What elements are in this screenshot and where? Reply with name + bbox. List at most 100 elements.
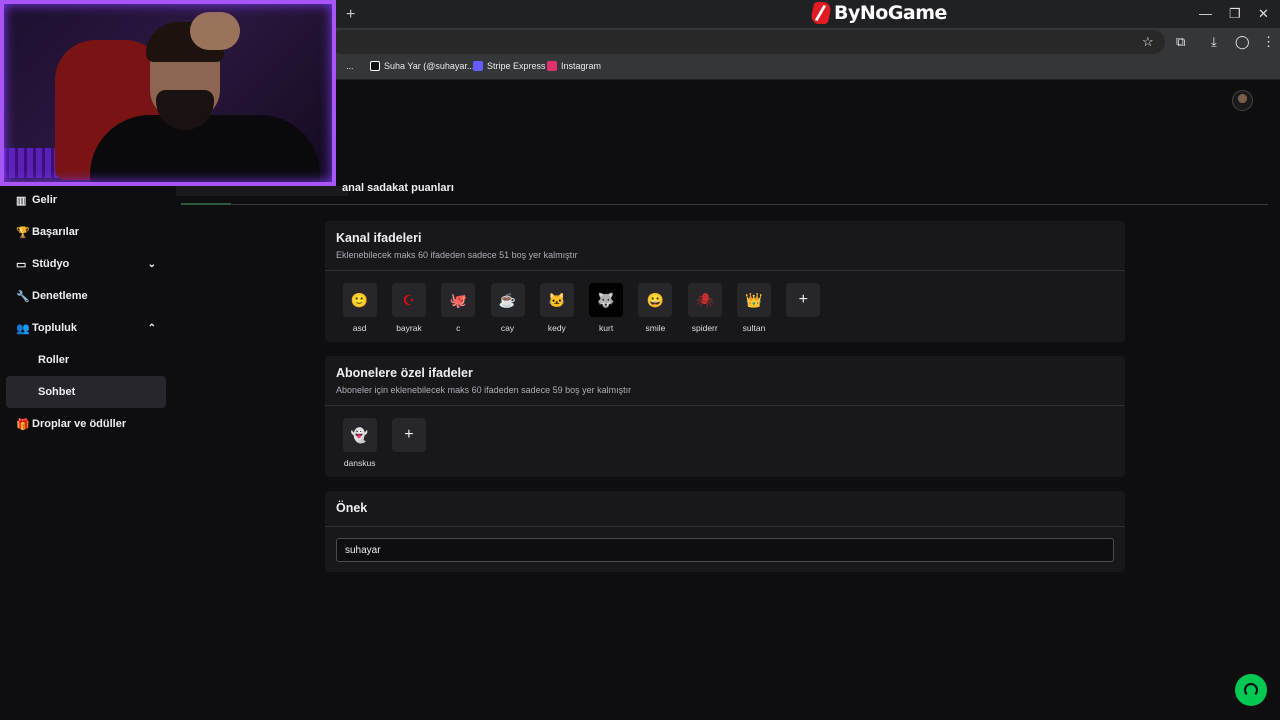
emote-label: smile [645, 323, 666, 333]
emote-label: bayrak [396, 323, 422, 333]
sidebar-item-label: Stüdyo [32, 258, 70, 270]
brand-name: ByNoGame [834, 2, 947, 24]
emote-label: asd [352, 323, 367, 333]
stripe-icon [473, 61, 483, 71]
add-emote-button[interactable]: + [786, 283, 821, 317]
section-divider [181, 204, 1268, 205]
webcam-frame [0, 0, 336, 186]
wrench-icon: 🔧 [16, 290, 30, 303]
sidebar-item-droplar[interactable]: 🎁 Droplar ve ödüller [6, 408, 166, 440]
emote-cay-icon: ☕ [490, 283, 525, 317]
emote-c-icon: 🐙 [441, 283, 476, 317]
bookmark-instagram[interactable]: Instagram [547, 61, 601, 71]
emote-label: sultan [742, 323, 766, 333]
brand-logo[interactable]: ByNoGame [809, 2, 947, 24]
card-header: Önek [325, 491, 1125, 527]
prefix-card: Önek [325, 491, 1125, 572]
emote-sultan-icon: 👑 [737, 283, 772, 317]
support-chat-button[interactable] [1235, 674, 1267, 706]
bookmark-label: Suha Yar (@suhayar.... [384, 61, 477, 71]
channel-emotes-card: Kanal ifadeleri Eklenebilecek maks 60 if… [325, 221, 1125, 342]
emote-danskus-icon: 👻 [342, 418, 377, 452]
emote-bayrak-icon: ☪ [391, 283, 426, 317]
instagram-icon [547, 61, 557, 71]
trophy-icon: 🏆 [16, 226, 30, 239]
emote-item[interactable]: 🐙 c [434, 283, 483, 333]
emote-label: cay [500, 323, 515, 333]
emote-item[interactable]: 👑 sultan [729, 283, 778, 333]
bookmark-item[interactable]: ... [346, 61, 354, 71]
user-avatar[interactable] [1232, 90, 1253, 111]
sidebar-item-denetleme[interactable]: 🔧 Denetleme [6, 280, 166, 312]
chevron-down-icon: ⌄ [147, 258, 156, 270]
chart-icon: ▥ [16, 194, 27, 207]
sidebar-item-studyo[interactable]: ▭ Stüdyo ⌄ [6, 248, 166, 280]
sidebar-item-label: Roller [38, 354, 70, 366]
card-subtitle: Eklenebilecek maks 60 ifadeden sadece 51… [336, 250, 578, 260]
tiktok-icon [370, 61, 380, 71]
bookmark-label: ... [346, 61, 354, 71]
emote-spiderr-icon: 🕷 [687, 283, 722, 317]
emote-list: 🙂 asd ☪ bayrak 🐙 c ☕ cay 🐱 kedy 🐺 kurt 😀 smile … [325, 271, 1125, 343]
card-header: Kanal ifadeleri Eklenebilecek maks 60 if… [325, 221, 1125, 271]
chevron-up-icon: ⌃ [147, 322, 156, 334]
emote-item[interactable]: ☕ cay [483, 283, 532, 333]
bynogame-logo-icon [809, 2, 833, 24]
sidebar-item-label: Droplar ve ödüller [32, 418, 127, 430]
restore-button[interactable]: ❐ [1229, 6, 1241, 22]
emote-label: kurt [599, 323, 614, 333]
card-title: Abonelere özel ifadeler [336, 366, 473, 380]
emote-label: c [456, 323, 461, 333]
address-bar[interactable] [330, 30, 1165, 54]
emote-kedy-icon: 🐱 [539, 283, 574, 317]
emote-item[interactable]: 🙂 asd [335, 283, 384, 333]
card-subtitle: Aboneler için eklenebilecek maks 60 ifad… [336, 385, 632, 395]
extensions-icon[interactable]: ⧉ [1176, 34, 1185, 50]
bookmark-label: Stripe Express [487, 61, 546, 71]
bookmark-stripe-express[interactable]: Stripe Express [473, 61, 546, 71]
card-header: Abonelere özel ifadeler Aboneler için ek… [325, 356, 1125, 406]
sidebar-item-label: Sohbet [38, 386, 76, 398]
close-window-button[interactable]: ✕ [1258, 6, 1269, 22]
emote-item[interactable]: 🐱 kedy [532, 283, 581, 333]
add-emote[interactable]: + [384, 418, 433, 468]
prefix-input[interactable] [336, 538, 1114, 562]
emote-label: danskus [343, 458, 376, 468]
subscriber-emotes-card: Abonelere özel ifadeler Aboneler için ek… [325, 356, 1125, 477]
sidebar-item-sohbet[interactable]: Sohbet [6, 376, 166, 408]
sidebar-item-roller[interactable]: Roller [6, 344, 166, 376]
emote-list: 👻 danskus + [325, 406, 1125, 478]
downloads-icon[interactable]: ⤓ [1211, 34, 1217, 50]
card-title: Önek [336, 501, 368, 515]
webcam-shadow [176, 186, 348, 196]
studio-icon: ▭ [16, 258, 27, 271]
emote-item[interactable]: 😀 smile [631, 283, 680, 333]
emote-item[interactable]: 🕷 spiderr [680, 283, 729, 333]
menu-kebab-icon[interactable]: ⋮ [1262, 34, 1275, 50]
emote-label: kedy [547, 323, 566, 333]
emote-item[interactable]: 👻 danskus [335, 418, 384, 468]
new-tab-button[interactable]: + [346, 6, 355, 24]
emote-smile-icon: 😀 [638, 283, 673, 317]
sidebar-item-label: Topluluk [32, 322, 78, 334]
bookmark-tiktok[interactable]: Suha Yar (@suhayar.... [370, 61, 477, 71]
sidebar-item-topluluk[interactable]: 👥 Topluluk ⌃ [6, 312, 166, 344]
bookmark-star-icon[interactable]: ☆ [1142, 34, 1154, 50]
gift-icon: 🎁 [16, 418, 30, 431]
add-emote[interactable]: + [779, 283, 828, 333]
emote-label: spiderr [691, 323, 718, 333]
sidebar-item-label: Gelir [32, 194, 58, 206]
tab-channel-points[interactable]: anal sadakat puanları [342, 182, 454, 194]
card-title: Kanal ifadeleri [336, 231, 422, 245]
add-emote-button[interactable]: + [391, 418, 426, 452]
community-icon: 👥 [16, 322, 30, 335]
minimize-button[interactable]: — [1199, 6, 1212, 21]
sidebar-item-gelir[interactable]: ▥ Gelir [6, 184, 166, 216]
sidebar-item-label: Denetleme [32, 290, 88, 302]
emote-item[interactable]: ☪ bayrak [384, 283, 433, 333]
sidebar-item-basarilar[interactable]: 🏆 Başarılar [6, 216, 166, 248]
sidebar-item-label: Başarılar [32, 226, 80, 238]
emote-item[interactable]: 🐺 kurt [581, 283, 630, 333]
headset-icon [1244, 683, 1258, 697]
profile-icon[interactable]: ◯ [1235, 34, 1250, 50]
